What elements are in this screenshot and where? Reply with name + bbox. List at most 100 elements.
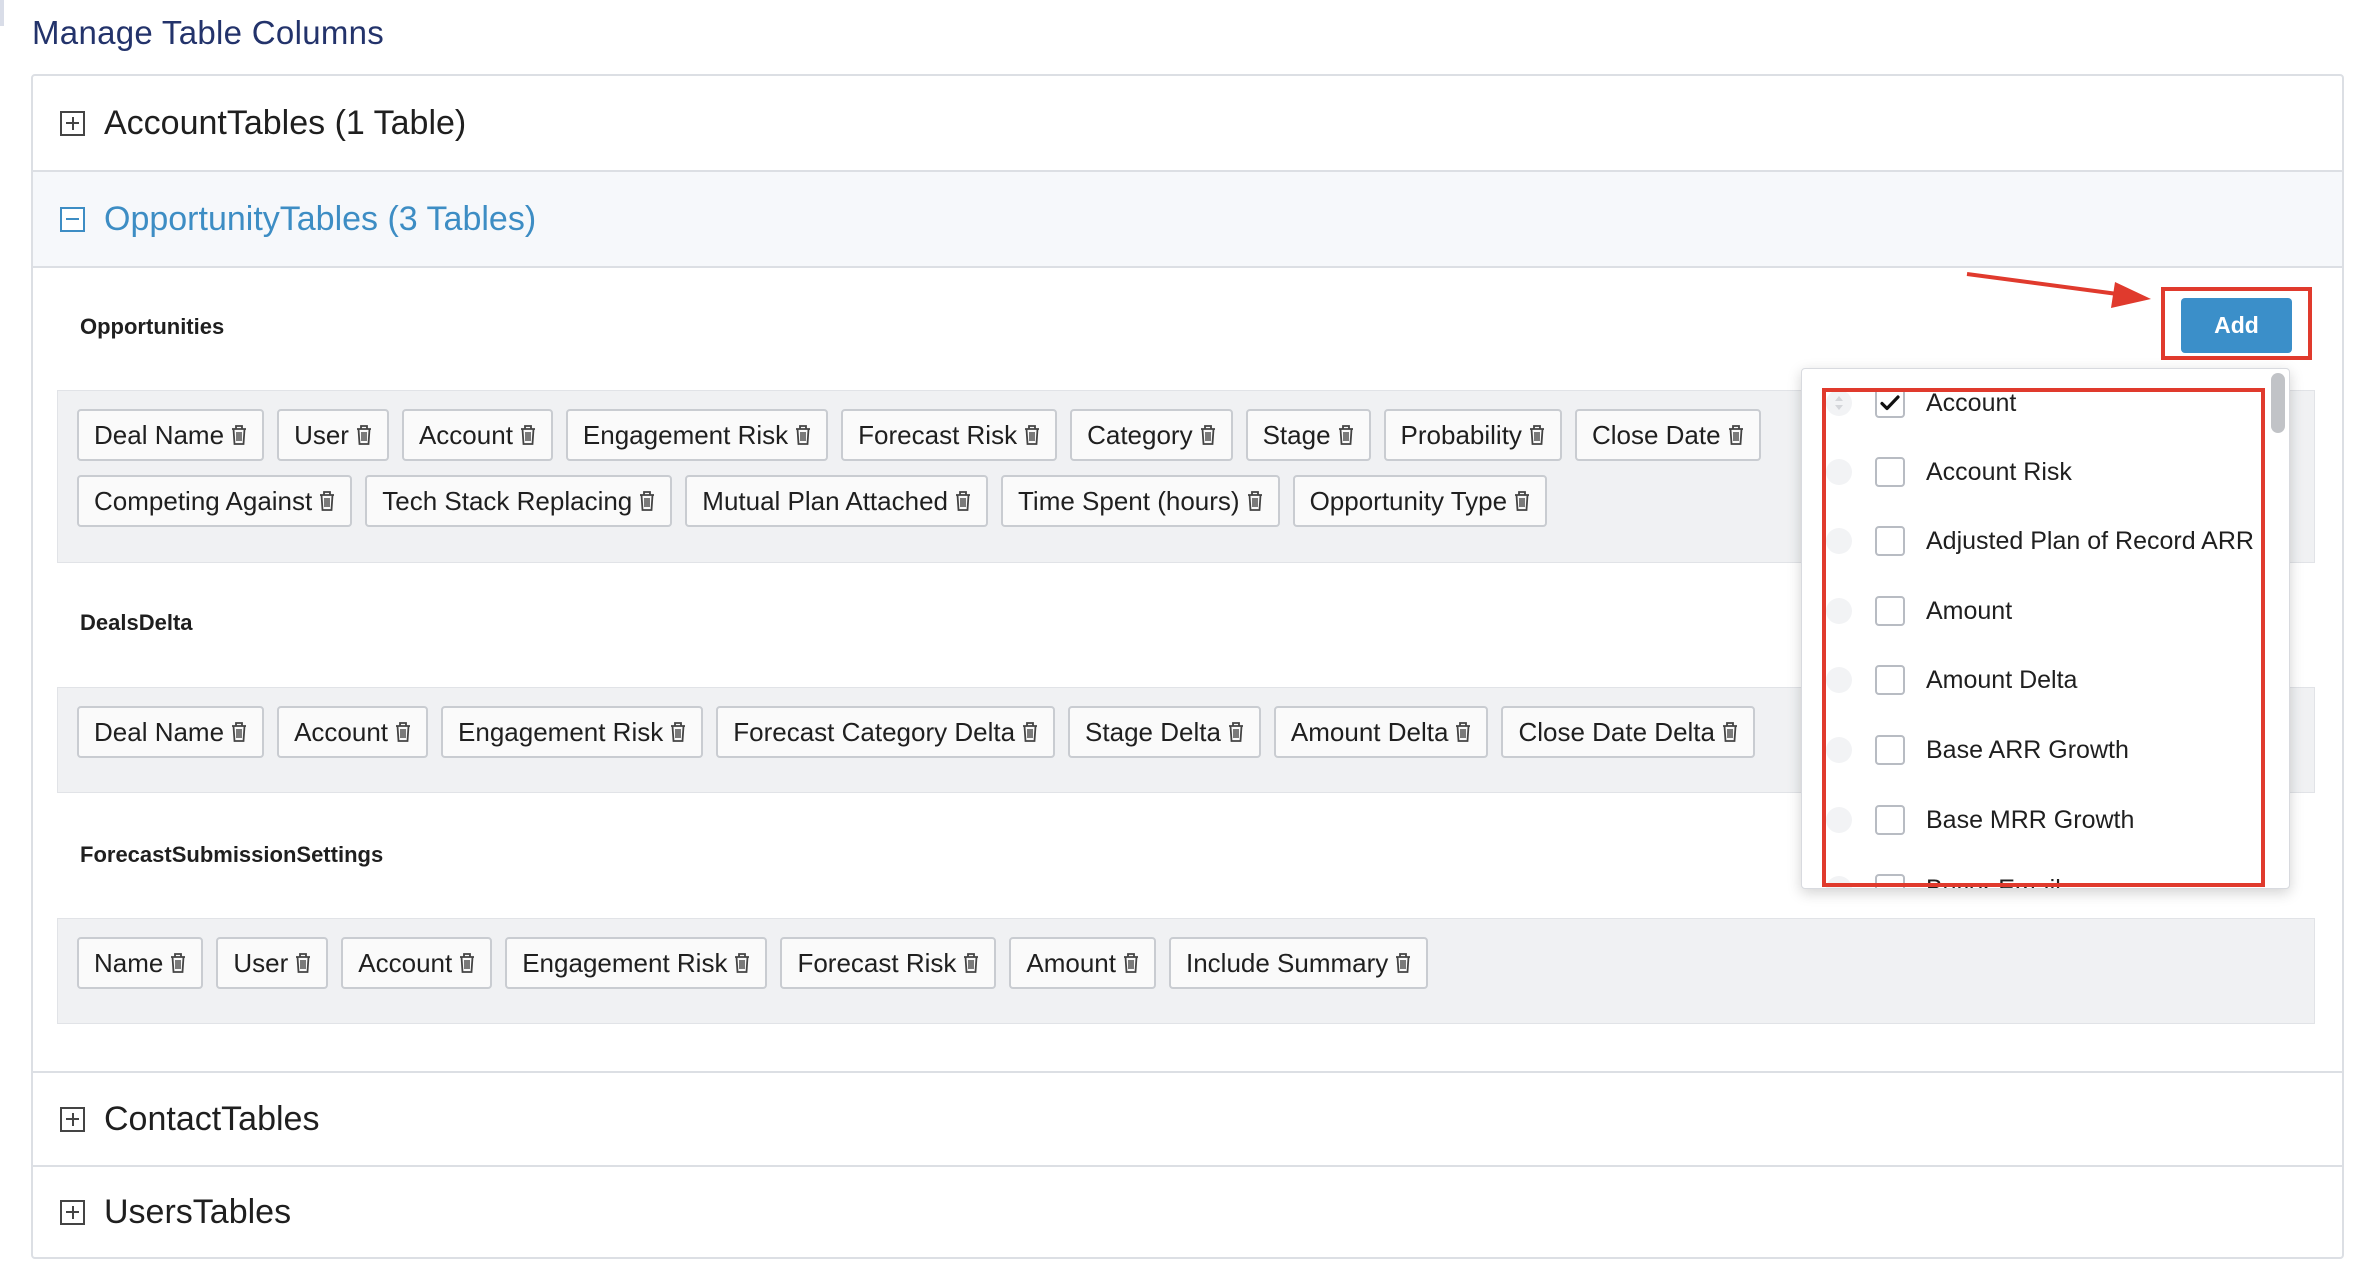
option-checkbox[interactable] [1875,805,1905,835]
drag-handle-icon[interactable] [1826,598,1852,624]
drag-handle-icon[interactable] [1826,459,1852,485]
trash-icon[interactable] [230,424,248,446]
dropdown-option[interactable]: Base ARR Growth [1802,720,2272,780]
trash-icon[interactable] [458,952,476,974]
trash-icon[interactable] [519,424,537,446]
column-chip: User [277,409,389,461]
column-chip: Mutual Plan Attached [685,475,988,527]
trash-icon[interactable] [1394,952,1412,974]
column-chip: Amount Delta [1273,706,1489,758]
table-title-forecastsubmissionsettings: ForecastSubmissionSettings [80,842,384,867]
section-label: ContactTables [104,1099,320,1138]
trash-icon[interactable] [1199,424,1217,446]
dropdown-option[interactable]: Account [1802,373,2272,433]
option-label: Account Risk [1926,457,2072,486]
option-checkbox[interactable] [1875,874,1905,888]
trash-icon[interactable] [318,490,336,512]
checkmark-icon [1880,395,1900,411]
column-chip: Time Spent (hours) [1001,475,1280,527]
option-checkbox[interactable] [1875,596,1905,626]
table-title-dealsdelta: DealsDelta [80,610,193,635]
columns-panel-forecastsubmissionsettings: Name User Account Engagement Risk Forecast R… [57,918,2315,1024]
trash-icon[interactable] [638,490,656,512]
drag-handle-icon[interactable] [1826,876,1852,888]
column-chip: Category [1070,409,1233,461]
section-label: AccountTables (1 Table) [104,103,467,142]
add-column-button[interactable]: Add [2181,298,2292,353]
column-chip: Account [401,409,553,461]
trash-icon[interactable] [1122,952,1140,974]
trash-icon[interactable] [1528,424,1546,446]
option-checkbox[interactable] [1875,526,1905,556]
column-chip: Deal Name [77,409,265,461]
column-chip: Probability [1383,409,1562,461]
column-chip: Engagement Risk [505,937,768,989]
trash-icon[interactable] [1727,424,1745,446]
trash-icon[interactable] [733,952,751,974]
drag-handle-icon[interactable] [1826,807,1852,833]
trash-icon[interactable] [1021,721,1039,743]
dropdown-option[interactable]: Amount Delta [1802,650,2272,710]
trash-icon[interactable] [230,721,248,743]
section-header-users-tables[interactable]: UsersTables [33,1167,2342,1257]
column-chip: Engagement Risk [441,706,704,758]
column-chip: Close Date [1574,409,1761,461]
dropdown-option[interactable]: Account Risk [1802,442,2272,502]
dropdown-option[interactable]: Amount [1802,581,2272,641]
section-header-opportunity-tables[interactable]: OpportunityTables (3 Tables) [33,172,2342,266]
column-chip: Engagement Risk [565,409,829,461]
plus-square-icon[interactable] [60,110,85,136]
plus-square-icon[interactable] [60,1106,85,1132]
trash-icon[interactable] [169,952,187,974]
trash-icon[interactable] [1227,721,1245,743]
trash-icon[interactable] [954,490,972,512]
annotation-arrow-icon [1966,272,2151,308]
option-checkbox[interactable] [1875,665,1905,695]
column-chip: Forecast Risk [780,937,997,989]
page-title: Manage Table Columns [32,14,385,51]
trash-icon[interactable] [294,952,312,974]
trash-icon[interactable] [1721,721,1739,743]
trash-icon[interactable] [1023,424,1041,446]
drag-handle-icon[interactable] [1826,737,1852,763]
option-checkbox[interactable] [1875,457,1905,487]
column-chip: Name [77,937,204,989]
dropdown-option[interactable]: Base MRR Growth [1802,790,2272,850]
drag-handle-icon[interactable] [1826,667,1852,693]
column-chip: Stage Delta [1068,706,1261,758]
add-column-dropdown[interactable]: Account Account Risk Adjusted Plan of Re… [1801,368,2290,889]
section-label: OpportunityTables (3 Tables) [104,199,537,238]
table-title-opportunities: Opportunities [80,314,225,339]
section-label: UsersTables [104,1192,292,1231]
option-label: Base MRR Growth [1926,805,2135,834]
option-label: Account [1926,388,2017,417]
trash-icon[interactable] [1337,424,1355,446]
plus-square-icon[interactable] [60,1199,85,1225]
minus-square-icon[interactable] [60,206,85,232]
column-chip: Tech Stack Replacing [365,475,673,527]
trash-icon[interactable] [1246,490,1264,512]
trash-icon[interactable] [394,721,412,743]
option-label: Adjusted Plan of Record ARR [1926,526,2254,555]
dropdown-scrollbar[interactable] [2271,373,2285,433]
trash-icon[interactable] [1454,721,1472,743]
dropdown-option[interactable]: Adjusted Plan of Record ARR [1802,511,2272,571]
trash-icon[interactable] [962,952,980,974]
trash-icon[interactable] [1513,490,1531,512]
dropdown-option[interactable]: Buyer Email [1802,859,2272,888]
option-checkbox[interactable] [1875,388,1905,418]
trash-icon[interactable] [669,721,687,743]
drag-handle-icon[interactable] [1826,390,1852,416]
section-header-contact-tables[interactable]: ContactTables [33,1073,2342,1165]
drag-handle-icon[interactable] [1826,528,1852,554]
trash-icon[interactable] [355,424,373,446]
trash-icon[interactable] [794,424,812,446]
section-header-account-tables[interactable]: AccountTables (1 Table) [33,76,2342,170]
column-chip: User [216,937,329,989]
option-checkbox[interactable] [1875,735,1905,765]
column-chip: Account [277,706,429,758]
option-label: Base ARR Growth [1926,735,2129,764]
chip-row: Deal Name User Account Engagement Risk Forec… [77,409,1761,461]
option-label: Amount [1926,596,2013,625]
column-chip: Forecast Category Delta [716,706,1056,758]
